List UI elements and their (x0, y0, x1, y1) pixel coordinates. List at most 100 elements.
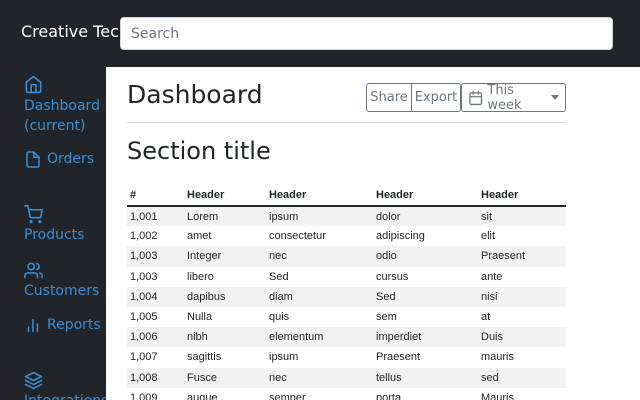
calendar-icon (469, 90, 483, 105)
table-cell: at (481, 311, 491, 324)
sidebar-item-dashboard[interactable]: Dashboard (current) (24, 75, 100, 136)
table-row: 1,003 Integer nec odio Praesent (127, 246, 566, 267)
header-divider (127, 122, 566, 123)
table-cell: porta (376, 391, 402, 400)
table-row: 1,001 Lorem ipsum dolor sit (127, 206, 566, 227)
table-cell: 1,005 (130, 311, 158, 324)
table-row: 1,003 libero Sed cursus ante (127, 267, 566, 287)
section-title: Section title (127, 137, 271, 165)
share-export-group: Share Export (366, 83, 461, 112)
layers-icon (24, 371, 43, 390)
table-cell: adipiscing (376, 230, 425, 243)
table-cell: 1,001 (127, 206, 184, 227)
table-row: 1,008 Fusce nec tellus sed (127, 367, 566, 388)
table-cell: ante (481, 270, 503, 283)
data-table: # Header Header Header Header 1,001 Lorem… (127, 185, 566, 400)
users-icon (24, 262, 43, 279)
table-row: 1,007 sagittis ipsum Praesent mauris (127, 347, 566, 367)
column-header: # (127, 185, 184, 207)
table-cell: 1,008 (127, 367, 184, 388)
table-row: 1,004 dapibus diam Sed nisi (127, 286, 566, 307)
sidebar: Dashboard (current) Orders Products Cust… (0, 67, 106, 400)
table-row: 1,005 Nulla quis sem at (127, 307, 566, 327)
table-cell: ipsum (269, 351, 299, 364)
table-cell: consectetur (269, 230, 326, 243)
table-cell: 1,006 (127, 327, 184, 348)
column-header: Header (373, 185, 478, 207)
period-dropdown[interactable]: This week (461, 82, 566, 113)
table-header-row: # Header Header Header Header (127, 185, 566, 207)
table-cell: Mauris (481, 391, 515, 400)
main-content: Dashboard Share Export This week Section… (106, 67, 640, 400)
table-cell: sem (376, 311, 397, 324)
table-cell: imperdiet (373, 327, 478, 348)
table-cell: 1,003 (127, 246, 184, 267)
export-button[interactable]: Export (412, 83, 461, 112)
table-cell: elementum (266, 327, 373, 348)
sidebar-item-reports[interactable]: Reports (24, 315, 101, 335)
sidebar-item-products[interactable]: Products (24, 205, 84, 245)
table-row: 1,009 augue semper porta Mauris (127, 388, 566, 400)
table-cell: dolor (373, 206, 478, 227)
table-cell: nisi (478, 286, 566, 307)
share-button[interactable]: Share (366, 83, 412, 112)
table-cell: augue (187, 391, 218, 400)
bar-chart-icon (27, 318, 39, 332)
table-cell: tellus (373, 367, 478, 388)
table-cell: amet (187, 230, 212, 243)
table-cell: ipsum (266, 206, 373, 227)
sidebar-item-orders[interactable]: Orders (24, 149, 94, 169)
table-cell: 1,002 (130, 230, 158, 243)
table-cell: 1,004 (127, 286, 184, 307)
sidebar-item-label: Integrations (24, 391, 106, 400)
period-label: This week (487, 82, 522, 113)
table-cell: Duis (478, 327, 566, 348)
page-title: Dashboard (127, 80, 263, 109)
table-cell: 1,003 (130, 270, 158, 283)
table-cell: nec (266, 367, 373, 388)
sidebar-item-label: Orders (47, 151, 95, 167)
sidebar-item-integrations[interactable]: Integrations (24, 371, 106, 400)
shopping-cart-icon (24, 205, 43, 224)
table-cell: odio (373, 246, 478, 267)
sidebar-item-customers[interactable]: Customers (24, 261, 99, 301)
column-header: Header (184, 185, 266, 207)
column-header: Header (478, 185, 566, 207)
chevron-down-icon (551, 95, 559, 100)
table-cell: sagittis (187, 351, 222, 364)
table-cell: elit (481, 230, 496, 243)
sidebar-item-label: Customers (24, 283, 100, 299)
sidebar-item-label: Products (24, 227, 85, 243)
table-cell: mauris (481, 351, 515, 364)
home-icon (25, 75, 42, 94)
table-cell: semper (269, 391, 306, 400)
sidebar-item-label: Dashboard (current) (24, 98, 100, 134)
table-cell: libero (187, 270, 214, 283)
data-table-container: # Header Header Header Header 1,001 Lorem… (127, 185, 566, 400)
table-cell: Praesent (376, 351, 421, 364)
brand-name[interactable]: Creative Tech (21, 22, 120, 41)
table-cell: 1,007 (130, 351, 158, 364)
table-cell: Fusce (184, 367, 266, 388)
table-cell: Sed (269, 270, 289, 283)
top-navbar: Creative Tech (0, 0, 640, 67)
table-row: 1,002 amet consectetur adipiscing elit (127, 226, 566, 246)
table-cell: Praesent (478, 246, 566, 267)
table-cell: sed (478, 367, 566, 388)
table-cell: diam (266, 286, 373, 307)
column-header: Header (266, 185, 373, 207)
search-input[interactable] (120, 17, 613, 50)
table-row: 1,006 nibh elementum imperdiet Duis (127, 327, 566, 348)
table-cell: nibh (184, 327, 266, 348)
table-cell: 1,009 (130, 391, 158, 400)
table-cell: dapibus (184, 286, 266, 307)
sidebar-item-label: Reports (47, 317, 101, 333)
table-cell: Sed (373, 286, 478, 307)
table-cell: cursus (376, 270, 409, 283)
table-cell: quis (269, 311, 290, 324)
table-cell: Integer (184, 246, 266, 267)
table-cell: Nulla (187, 311, 213, 324)
table-cell: nec (266, 246, 373, 267)
file-icon (26, 150, 40, 168)
table-cell: Lorem (184, 206, 266, 227)
